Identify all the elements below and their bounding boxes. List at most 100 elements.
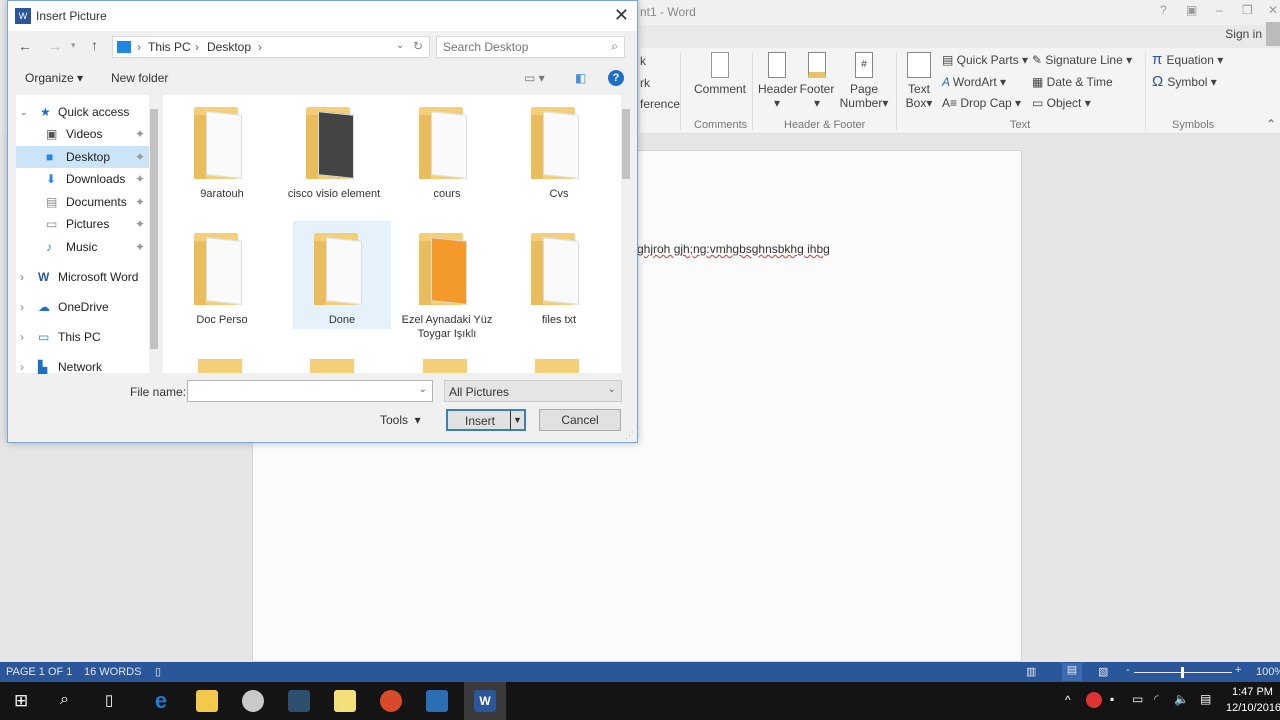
up-arrow-icon[interactable]: ↑ [91,37,98,53]
folder-icon[interactable] [535,359,579,373]
resize-grip[interactable]: ⋰ [625,430,634,441]
ribbon-partial-item[interactable]: k [640,54,646,68]
new-folder-button[interactable]: New folder [111,71,168,85]
nav-item-network[interactable]: › ▙ Network [16,356,149,378]
snipping-tool-icon[interactable] [242,690,264,712]
nav-item-this-pc[interactable]: › ▭ This PC [16,326,149,348]
sticky-notes-icon[interactable] [334,690,356,712]
zoom-slider-thumb[interactable] [1181,667,1184,678]
document-text[interactable]: ghjroh gjh;ng:vmhgbsghnsbkhg ihbg [637,242,830,256]
nav-scrollbar-thumb[interactable] [150,109,158,349]
equation-button[interactable]: π Equation ▾ [1152,52,1223,67]
chevron-down-icon[interactable]: ⌄ [419,384,427,395]
comment-button[interactable]: Comment [692,52,748,96]
proofing-icon[interactable]: ▯ [155,665,161,678]
folder-icon[interactable] [310,359,354,373]
close-icon[interactable]: ✕ [1268,3,1278,17]
dialog-title-bar[interactable]: W Insert Picture ✕ [8,1,637,31]
start-windows-icon[interactable]: ⊞ [14,691,28,711]
object-button[interactable]: ▭ Object ▾ [1032,96,1091,110]
nav-item-videos[interactable]: ▣ Videos ✦ [16,123,149,145]
nav-item-documents[interactable]: ▤ Documents ✦ [16,191,149,213]
change-view-icon[interactable]: ▭ ▾ [524,71,545,85]
insert-dropdown-arrow[interactable]: ▼ [510,411,524,429]
show-hidden-icons[interactable]: ^ [1065,693,1071,707]
word-taskbar-button[interactable]: W [464,682,506,720]
page-count[interactable]: PAGE 1 OF 1 [6,666,72,678]
notifications-icon[interactable]: ▤ [1200,692,1211,706]
search-input[interactable] [443,38,603,56]
clock-time[interactable]: 1:47 PM [1232,686,1273,698]
nav-item-downloads[interactable]: ⬇ Downloads ✦ [16,168,149,190]
recent-locations-icon[interactable]: ▾ [71,40,76,51]
nav-item-pictures[interactable]: ▭ Pictures ✦ [16,213,149,235]
folder-item[interactable]: Done [293,221,391,329]
folder-item[interactable]: files txt [510,221,608,327]
folder-item[interactable]: cours [398,95,496,201]
file-name-input[interactable] [191,382,411,400]
footer-button[interactable]: Footer ▾ [798,52,836,110]
web-layout-icon[interactable]: ▧ [1098,665,1108,678]
zoom-out-button[interactable]: - [1126,664,1130,676]
signature-line-button[interactable]: ✎ Signature Line ▾ [1032,53,1132,67]
zoom-level[interactable]: 100% [1256,666,1280,678]
search-icon[interactable]: ⌕ [611,39,618,54]
battery-icon[interactable]: ▭ [1132,692,1143,706]
breadcrumb-this-pc[interactable]: This PC [148,40,191,54]
folder-item[interactable]: 9aratouh [173,95,271,201]
file-list-scrollbar-thumb[interactable] [622,109,630,179]
file-explorer-icon[interactable] [196,690,218,712]
collapse-ribbon-icon[interactable]: ⌃ [1266,117,1276,131]
quick-parts-button[interactable]: ▤ Quick Parts ▾ [942,53,1028,67]
nav-item-microsoft-word[interactable]: › W Microsoft Word [16,266,149,288]
folder-item[interactable]: Doc Perso [173,221,271,327]
organize-button[interactable]: Organize ▾ [25,71,83,85]
close-icon[interactable]: ✕ [614,5,629,26]
nav-item-music[interactable]: ♪ Music ✦ [16,236,149,258]
clock-date[interactable]: 12/10/2016 [1226,702,1280,714]
sign-in-link[interactable]: Sign in [1225,27,1262,41]
folder-item[interactable]: cisco visio element [285,95,383,201]
help-icon[interactable]: ? [608,70,624,86]
task-view-icon[interactable]: ▯ [105,691,113,709]
back-arrow-icon[interactable]: ← [18,38,32,54]
zoom-in-button[interactable]: + [1235,664,1241,676]
volume-icon[interactable]: 🔈 [1174,692,1189,706]
folder-icon[interactable] [198,359,242,373]
cancel-button[interactable]: Cancel [539,409,621,431]
text-box-button[interactable]: Text Box▾ [902,52,936,110]
app-icon[interactable] [380,690,402,712]
word-count[interactable]: 16 WORDS [84,666,141,678]
minimize-icon[interactable]: – [1216,3,1223,17]
tray-icon[interactable]: ▪ [1110,692,1114,706]
wifi-icon[interactable]: ◜ [1154,692,1159,706]
edge-icon[interactable]: e [150,690,172,712]
folder-icon[interactable] [423,359,467,373]
tools-button[interactable]: Tools ▾ [380,413,421,427]
folder-item[interactable]: Cvs [510,95,608,201]
chevron-down-icon[interactable]: ⌄ [396,40,404,51]
date-time-button[interactable]: ▦ Date & Time [1032,75,1113,89]
insert-button[interactable]: Insert ▼ [446,409,526,431]
symbol-button[interactable]: Ω Symbol ▾ [1152,74,1217,89]
ribbon-partial-item[interactable]: ference [640,97,680,111]
file-type-select[interactable]: All Pictures ⌄ [444,380,622,402]
breadcrumb-desktop[interactable]: Desktop [207,40,251,54]
wordart-button[interactable]: A WordArt ▾ [942,75,1006,89]
restore-icon[interactable]: ❐ [1242,3,1253,17]
folder-item[interactable]: Ezel Aynadaki Yüz Toygar Işıklı [398,221,496,341]
address-bar[interactable]: › This PC › Desktop › ⌄ ↻ [112,36,430,58]
help-icon[interactable]: ? [1160,3,1167,17]
file-name-field[interactable]: ⌄ [187,380,433,402]
ribbon-display-icon[interactable]: ▣ [1186,3,1197,17]
tray-app-icon[interactable] [1086,692,1102,708]
preview-pane-icon[interactable]: ◧ [575,71,586,85]
avatar[interactable] [1266,22,1280,46]
read-mode-icon[interactable]: ▥ [1026,665,1036,678]
forward-arrow-icon[interactable]: → [48,38,62,54]
nav-scrollbar[interactable] [149,95,159,373]
file-list-scrollbar[interactable] [621,95,631,373]
print-layout-icon[interactable]: ▤ [1062,663,1082,681]
header-button[interactable]: Header ▾ [758,52,797,110]
nav-item-onedrive[interactable]: › ☁ OneDrive [16,296,149,318]
